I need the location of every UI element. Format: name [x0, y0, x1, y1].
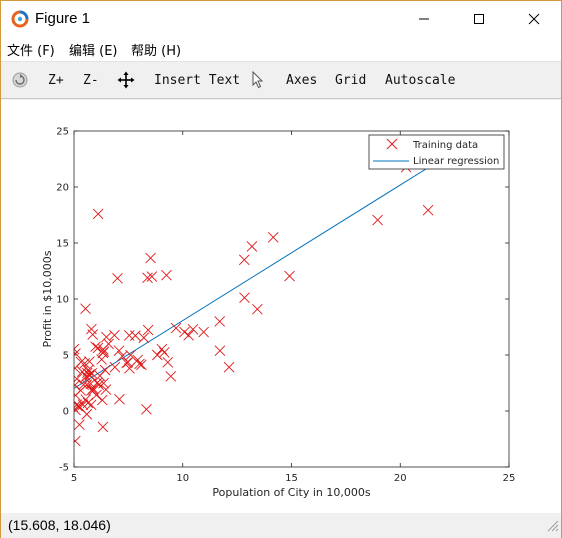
training-data-point: [74, 435, 81, 447]
training-data-point: [74, 390, 81, 401]
menu-help[interactable]: 帮助 (H): [131, 40, 181, 59]
training-data-point: [151, 349, 163, 361]
maximize-icon: [473, 13, 485, 25]
rotate-icon[interactable]: [11, 71, 29, 93]
x-tick-label: 5: [71, 473, 77, 484]
menu-file[interactable]: 文件 (F): [7, 40, 55, 59]
training-data-point: [214, 345, 226, 356]
status-bar: (15.608, 18.046): [1, 513, 561, 538]
training-data-point: [158, 347, 170, 358]
training-data-point: [96, 394, 108, 406]
x-tick-label: 15: [285, 473, 298, 484]
x-tick-label: 10: [176, 473, 189, 484]
window-title: Figure 1: [35, 10, 91, 27]
resize-grip-icon[interactable]: [545, 517, 559, 536]
training-data-point: [92, 208, 104, 220]
training-data-point: [246, 241, 258, 252]
zoom-in-button[interactable]: Z+: [48, 73, 64, 88]
training-data-point: [74, 419, 85, 430]
menu-edit[interactable]: 编辑 (E): [69, 40, 118, 59]
training-data-point: [372, 214, 383, 226]
y-axis-label: Profit in $10,000s: [41, 250, 54, 347]
training-data-point: [123, 330, 135, 341]
insert-text-button[interactable]: Insert Text: [154, 73, 240, 88]
axes-box: [73, 130, 510, 468]
training-data-point: [75, 356, 87, 368]
y-tick-label: 15: [56, 239, 69, 250]
training-data-point: [109, 361, 121, 373]
y-tick-label: 5: [63, 351, 69, 362]
training-data-point: [161, 269, 172, 281]
plot-svg: 5 10 15 20 25 -5 0 5 10 15 20 25 Population of City…: [41, 127, 516, 500]
close-icon: [528, 13, 540, 25]
training-data-point: [114, 393, 125, 405]
y-tick-label: -5: [59, 463, 69, 474]
training-data-point: [134, 358, 145, 370]
legend-label-regression: Linear regression: [413, 156, 499, 167]
x-tick-label: 25: [503, 473, 516, 484]
training-data-point: [198, 326, 209, 338]
y-tick-label: 0: [63, 407, 69, 418]
figure-toolbar: Z+ Z- Insert Text Axes Grid Autoscale: [1, 61, 561, 99]
training-data-point: [284, 270, 295, 282]
training-data-point: [101, 331, 112, 343]
menu-bar: 文件 (F) 编辑 (E) 帮助 (H): [1, 37, 561, 61]
training-data-point: [165, 370, 177, 382]
legend-label-training: Training data: [412, 140, 478, 151]
training-data-point: [239, 292, 250, 303]
training-data-point: [238, 254, 250, 266]
title-bar[interactable]: Figure 1: [1, 1, 561, 37]
minimize-icon: [418, 13, 430, 25]
minimize-button[interactable]: [401, 1, 447, 37]
training-data-point: [96, 354, 107, 365]
training-data-point: [124, 363, 135, 374]
training-data-point: [85, 399, 97, 411]
axes-button[interactable]: Axes: [286, 73, 317, 88]
close-button[interactable]: [511, 1, 557, 37]
training-data-point: [113, 345, 125, 356]
training-data-point: [136, 359, 147, 371]
maximize-button[interactable]: [456, 1, 502, 37]
training-data-point: [80, 303, 91, 315]
x-axis-label: Population of City in 10,000s: [212, 486, 370, 499]
cursor-coordinates: (15.608, 18.046): [8, 517, 111, 533]
training-data-point: [252, 303, 263, 315]
training-data-point: [422, 204, 434, 216]
training-data-point: [223, 361, 235, 373]
pan-icon[interactable]: [117, 71, 135, 93]
training-data-point: [74, 373, 83, 385]
training-data-point: [97, 421, 109, 433]
training-data-point: [130, 330, 141, 341]
training-data-point: [112, 272, 123, 284]
training-data-point: [109, 329, 120, 341]
training-data-point: [86, 323, 97, 335]
zoom-out-button[interactable]: Z-: [83, 73, 99, 88]
training-data-point: [162, 356, 174, 368]
octave-logo-icon: [11, 10, 29, 28]
legend: Training data Linear regression: [368, 134, 505, 170]
training-data-point: [145, 252, 156, 264]
training-data-point: [183, 329, 194, 341]
y-tick-label: 25: [56, 127, 69, 138]
select-arrow-icon[interactable]: [251, 70, 265, 93]
training-data-point: [74, 401, 85, 412]
figure-window: Figure 1 文件 (F) 编辑 (E) 帮助 (H) Z+ Z- Inse…: [0, 0, 562, 538]
training-data-point: [267, 231, 279, 243]
y-tick-label: 10: [56, 295, 69, 306]
grid-button[interactable]: Grid: [335, 73, 366, 88]
autoscale-button[interactable]: Autoscale: [385, 73, 455, 88]
training-data-point: [156, 343, 168, 355]
y-tick-label: 20: [56, 183, 69, 194]
training-data-point: [214, 316, 226, 327]
training-data-point: [187, 324, 199, 335]
training-data-point: [141, 404, 152, 415]
x-tick-label: 20: [394, 473, 407, 484]
figure-canvas[interactable]: 5 10 15 20 25 -5 0 5 10 15 20 25 Population of City…: [1, 100, 561, 513]
